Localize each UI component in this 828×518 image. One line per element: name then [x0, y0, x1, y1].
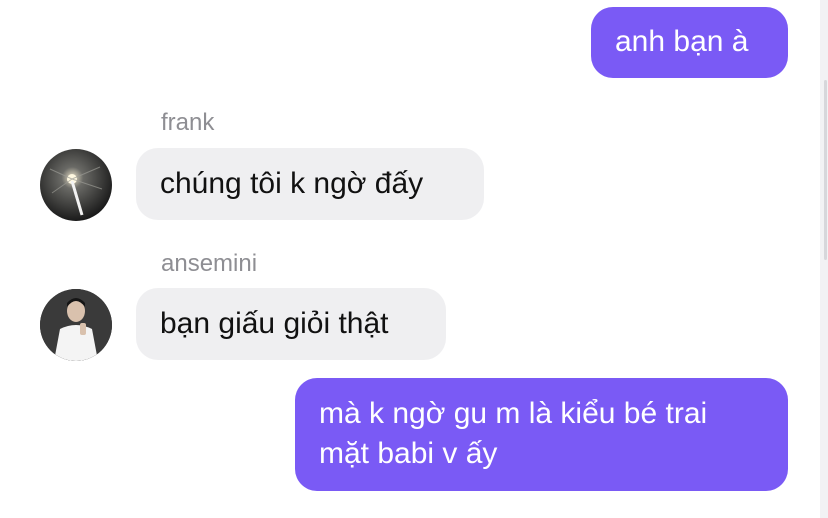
person-photo-avatar-icon [40, 289, 112, 361]
sender-name: frank [161, 109, 215, 136]
outgoing-message-bubble[interactable]: mà k ngờ gu m là kiểu bé trai mặt babi v… [295, 378, 788, 491]
message-text: anh bạn à [615, 25, 749, 58]
message-text: chúng tôi k ngờ đấy [160, 167, 424, 200]
avatar[interactable] [40, 149, 112, 221]
message-text-line: mặt babi v ấy [319, 437, 498, 470]
scrollbar[interactable] [820, 0, 828, 518]
dark-photo-avatar-icon [40, 149, 112, 221]
scrollbar-thumb[interactable] [824, 80, 827, 260]
incoming-message-bubble[interactable]: chúng tôi k ngờ đấy [136, 148, 484, 220]
message-text: bạn giấu giỏi thật [160, 307, 389, 340]
avatar[interactable] [40, 289, 112, 361]
message-text-line: mà k ngờ gu m là kiểu bé trai [319, 397, 708, 430]
outgoing-message-bubble[interactable]: anh bạn à [591, 7, 788, 78]
incoming-message-bubble[interactable]: bạn giấu giỏi thật [136, 288, 446, 360]
sender-name: ansemini [161, 250, 258, 277]
